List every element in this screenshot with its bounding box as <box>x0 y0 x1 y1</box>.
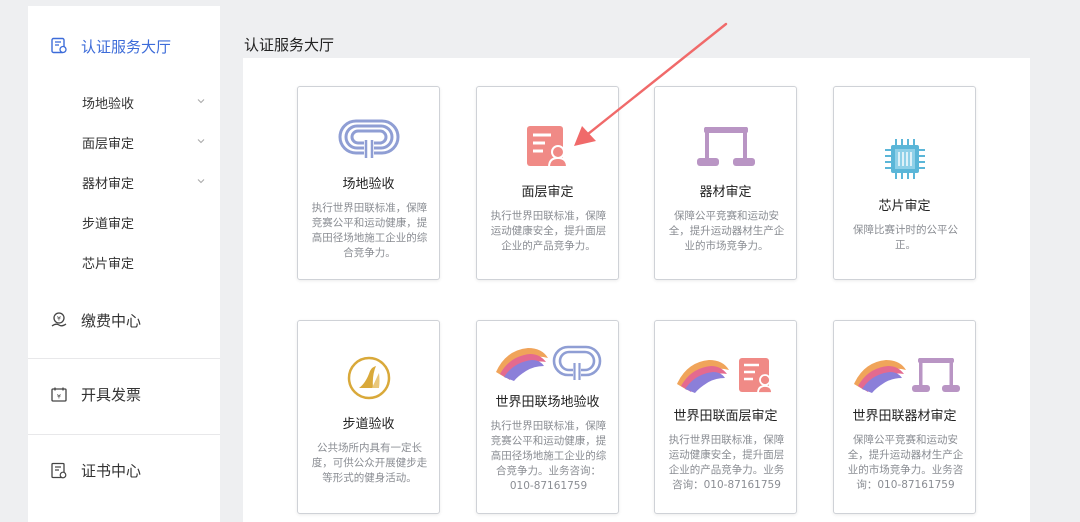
trail-icon <box>347 356 390 400</box>
sidebar-item-label: 芯片审定 <box>82 256 135 272</box>
sidebar-item-certificate-center[interactable]: 证书中心 <box>28 434 220 506</box>
surface-document-icon <box>526 126 568 168</box>
sidebar-item-issue-invoice[interactable]: ¥ 开具发票 <box>28 358 220 430</box>
card-title: 世界田联面层审定 <box>673 409 778 424</box>
track-icon <box>338 119 399 159</box>
card-description: 保障公平竞赛和运动安全，提升运动器材生产企业的市场竞争力。业务咨询：010-87… <box>847 434 964 491</box>
svg-text:¥: ¥ <box>57 392 61 400</box>
card-trail-acceptance[interactable]: 步道验收 公共场所内具有一定长度，可供公众开展健步走等形式的健身活动。 <box>297 320 440 514</box>
card-title: 场地验收 <box>342 177 395 192</box>
card-title: 世界田联场地验收 <box>495 395 600 410</box>
certificate-icon <box>51 462 67 478</box>
sidebar-group-label: 开具发票 <box>81 386 142 404</box>
card-description: 保障公平竞赛和运动安全，提升运动器材生产企业的市场竞争力。 <box>668 210 785 252</box>
chevron-down-icon <box>197 139 205 144</box>
invoice-icon: ¥ <box>51 387 67 402</box>
card-wa-surface-review[interactable]: 世界田联面层审定 执行世界田联标准，保障运动健康安全，提升面层企业的产品竞争力。… <box>654 320 797 514</box>
hurdle-icon <box>696 127 755 166</box>
svg-text:¥: ¥ <box>57 315 61 323</box>
card-chip-review[interactable]: 芯片审定 保障比赛计时的公平公正。 <box>833 86 976 280</box>
card-title: 芯片审定 <box>878 199 931 214</box>
card-title: 世界田联器材审定 <box>852 409 957 424</box>
card-venue-acceptance[interactable]: 场地验收 执行世界田联标准，保障竞赛公平和运动健康，提高田径场地施工企业的综合竞… <box>297 86 440 280</box>
card-wa-venue-acceptance[interactable]: 世界田联场地验收 执行世界田联标准，保障竞赛公平和运动健康，提高田径场地施工企业… <box>476 320 619 514</box>
payment-icon: ¥ <box>51 312 67 327</box>
chevron-down-icon <box>197 179 205 184</box>
card-title: 面层审定 <box>521 185 574 200</box>
card-description: 执行世界田联标准，保障竞赛公平和运动健康，提高田径场地施工企业的综合竞争力。业务… <box>490 420 607 492</box>
sidebar-item-surface-review[interactable]: 面层审定 <box>28 128 220 156</box>
wa-track-icon <box>495 345 601 382</box>
card-title: 步道验收 <box>342 417 395 432</box>
card-surface-review[interactable]: 面层审定 执行世界田联标准，保障运动健康安全，提升面层企业的产品竞争力。 <box>476 86 619 280</box>
card-description: 执行世界田联标准，保障竞赛公平和运动健康，提高田径场地施工企业的综合竞争力。 <box>311 202 428 259</box>
sidebar-group-label: 证书中心 <box>81 462 142 480</box>
sidebar-item-label: 面层审定 <box>82 136 135 152</box>
page: 认证服务大厅 场地验收 面层审定 器材审定 步道审定 芯片审定 ¥ 缴费中心 ¥… <box>0 0 1080 522</box>
sidebar-item-label: 场地验收 <box>82 96 135 112</box>
card-description: 公共场所内具有一定长度，可供公众开展健步走等形式的健身活动。 <box>311 442 428 484</box>
page-title: 认证服务大厅 <box>244 36 335 54</box>
sidebar-item-equipment-review[interactable]: 器材审定 <box>28 168 220 196</box>
wa-equipment-icon <box>853 358 960 393</box>
wa-surface-icon <box>676 358 773 394</box>
sidebar-item-trail-review[interactable]: 步道审定 <box>28 208 220 236</box>
certificate-hall-icon <box>51 37 67 54</box>
card-equipment-review[interactable]: 器材审定 保障公平竞赛和运动安全，提升运动器材生产企业的市场竞争力。 <box>654 86 797 280</box>
sidebar-main-label: 认证服务大厅 <box>81 37 172 56</box>
sidebar-item-venue-acceptance[interactable]: 场地验收 <box>28 88 220 116</box>
sidebar: 认证服务大厅 场地验收 面层审定 器材审定 步道审定 芯片审定 ¥ 缴费中心 ¥… <box>28 6 220 522</box>
chevron-down-icon <box>197 99 205 104</box>
sidebar-item-label: 步道审定 <box>82 216 135 232</box>
sidebar-group-label: 缴费中心 <box>81 311 142 330</box>
card-description: 执行世界田联标准，保障运动健康安全，提升面层企业的产品竞争力。 <box>490 210 607 252</box>
card-description: 保障比赛计时的公平公正。 <box>853 224 958 251</box>
sidebar-item-payment-center[interactable]: ¥ 缴费中心 <box>28 284 220 356</box>
sidebar-item-chip-review[interactable]: 芯片审定 <box>28 248 220 276</box>
card-wa-equipment-review[interactable]: 世界田联器材审定 保障公平竞赛和运动安全，提升运动器材生产企业的市场竞争力。业务… <box>833 320 976 514</box>
card-title: 器材审定 <box>699 185 752 200</box>
chip-icon <box>884 139 925 179</box>
card-description: 执行世界田联标准，保障运动健康安全，提升面层企业的产品竞争力。业务咨询：010-… <box>668 434 785 491</box>
sidebar-item-certification-hall[interactable]: 认证服务大厅 <box>28 26 220 66</box>
sidebar-item-label: 器材审定 <box>82 176 135 192</box>
